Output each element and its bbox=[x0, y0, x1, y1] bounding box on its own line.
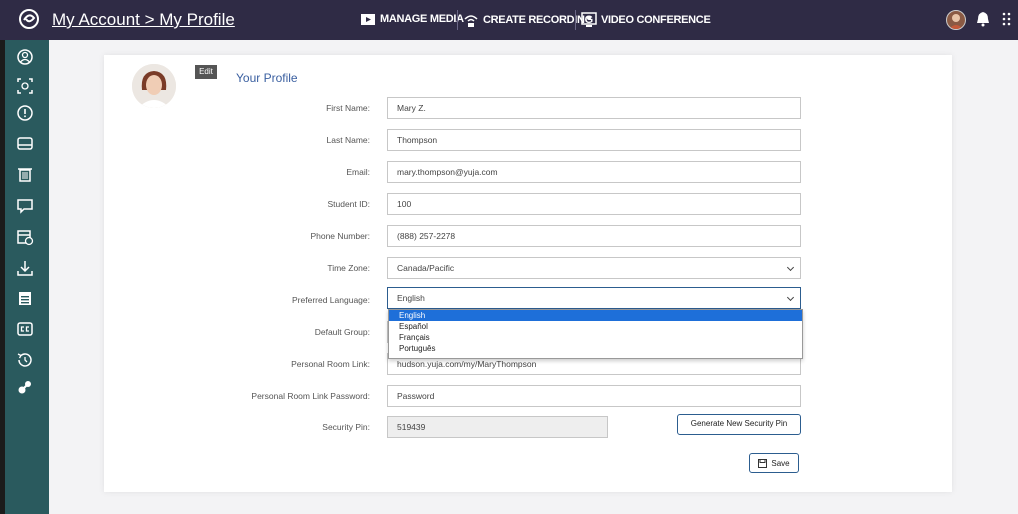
save-label: Save bbox=[771, 458, 790, 468]
manage-media-label: MANAGE MEDIA bbox=[380, 13, 464, 25]
first-name-field[interactable]: Mary Z. bbox=[387, 97, 801, 119]
create-recording-button[interactable]: CREATE RECORDING bbox=[463, 12, 593, 28]
video-conference-label: VIDEO CONFERENCE bbox=[601, 14, 711, 26]
preferred-language-select[interactable]: English bbox=[387, 287, 801, 309]
captions-icon bbox=[17, 322, 33, 336]
security-pin-field: 519439 bbox=[387, 416, 608, 438]
sidebar-item-capture[interactable] bbox=[16, 77, 34, 95]
nav-divider bbox=[457, 10, 458, 30]
video-conference-button[interactable]: VIDEO CONFERENCE bbox=[581, 12, 711, 28]
account-icon bbox=[17, 49, 33, 65]
chat-icon bbox=[17, 199, 33, 214]
sidebar-item-trash[interactable] bbox=[16, 165, 34, 183]
last-name-label: Last Name: bbox=[326, 135, 370, 145]
time-zone-select[interactable]: Canada/Pacific bbox=[387, 257, 801, 279]
email-label: Email: bbox=[346, 167, 370, 177]
sidebar-item-info[interactable] bbox=[16, 104, 34, 122]
sidebar-item-schedule[interactable] bbox=[16, 289, 34, 307]
sidebar-item-captions[interactable] bbox=[16, 320, 34, 338]
download-icon bbox=[17, 261, 33, 276]
inbox-icon bbox=[17, 137, 33, 150]
integrations-icon bbox=[18, 381, 31, 394]
student-id-label: Student ID: bbox=[327, 199, 370, 209]
sidebar-item-inbox[interactable] bbox=[16, 134, 34, 152]
language-option-espanol[interactable]: Español bbox=[389, 321, 802, 332]
sidebar-item-calendar[interactable] bbox=[16, 228, 34, 246]
history-icon bbox=[17, 353, 32, 367]
sidebar-item-account[interactable] bbox=[16, 48, 34, 66]
create-recording-label: CREATE RECORDING bbox=[483, 14, 593, 26]
user-avatar[interactable] bbox=[946, 10, 966, 30]
default-group-label: Default Group: bbox=[314, 327, 370, 337]
apps-grid-icon[interactable] bbox=[1002, 12, 1014, 28]
sidebar-item-integrations[interactable] bbox=[16, 378, 34, 396]
language-option-francais[interactable]: Français bbox=[389, 332, 802, 343]
manage-media-button[interactable]: MANAGE MEDIA bbox=[360, 12, 464, 26]
info-icon bbox=[17, 105, 33, 121]
page-title: Your Profile bbox=[236, 71, 298, 85]
language-option-portugues[interactable]: Português bbox=[389, 343, 802, 354]
profile-photo bbox=[132, 64, 176, 108]
save-button[interactable]: Save bbox=[749, 453, 799, 473]
personal-room-link-label: Personal Room Link: bbox=[291, 359, 370, 369]
schedule-icon bbox=[19, 292, 31, 305]
phone-number-label: Phone Number: bbox=[310, 231, 370, 241]
sidebar-item-download[interactable] bbox=[16, 259, 34, 277]
sidebar-item-history[interactable] bbox=[16, 351, 34, 369]
security-pin-label: Security Pin: bbox=[322, 422, 370, 432]
yuja-logo-icon[interactable] bbox=[18, 8, 40, 30]
preferred-language-label: Preferred Language: bbox=[292, 295, 370, 305]
language-dropdown-list: English Español Français Português bbox=[388, 309, 803, 359]
bell-icon[interactable] bbox=[976, 11, 990, 27]
sidebar-item-chat[interactable] bbox=[16, 197, 34, 215]
recording-icon bbox=[464, 15, 478, 27]
language-option-english[interactable]: English bbox=[389, 310, 802, 321]
room-password-field[interactable]: Password bbox=[387, 385, 801, 407]
first-name-label: First Name: bbox=[326, 103, 370, 113]
room-password-label: Personal Room Link Password: bbox=[251, 391, 370, 401]
capture-icon bbox=[17, 78, 33, 94]
trash-icon bbox=[18, 168, 32, 182]
video-conference-icon bbox=[581, 12, 597, 27]
save-icon bbox=[758, 458, 768, 468]
time-zone-label: Time Zone: bbox=[327, 263, 370, 273]
student-id-field[interactable]: 100 bbox=[387, 193, 801, 215]
email-field[interactable]: mary.thompson@yuja.com bbox=[387, 161, 801, 183]
sidebar bbox=[0, 40, 49, 514]
breadcrumb[interactable]: My Account > My Profile bbox=[52, 10, 235, 30]
edit-photo-button[interactable]: Edit bbox=[195, 65, 217, 79]
generate-security-pin-button[interactable]: Generate New Security Pin bbox=[677, 414, 801, 435]
top-bar: My Account > My Profile MANAGE MEDIA CRE… bbox=[0, 0, 1018, 40]
phone-number-field[interactable]: (888) 257-2278 bbox=[387, 225, 801, 247]
calendar-icon bbox=[17, 230, 34, 246]
nav-divider bbox=[575, 10, 576, 30]
last-name-field[interactable]: Thompson bbox=[387, 129, 801, 151]
folder-play-icon bbox=[361, 14, 375, 25]
